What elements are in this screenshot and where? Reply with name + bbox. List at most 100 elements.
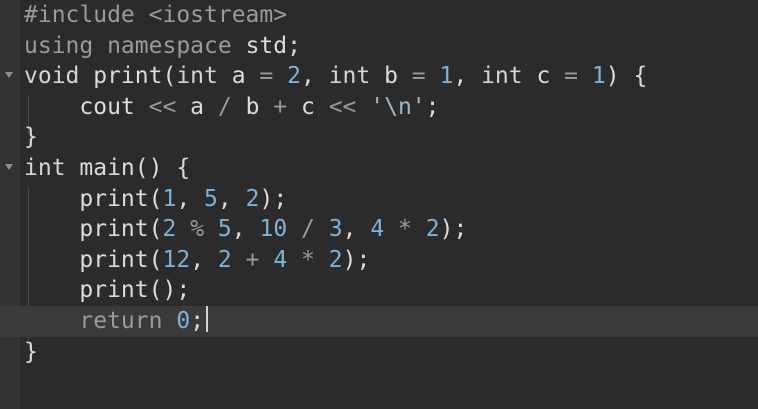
code-token: 4 [273, 246, 288, 273]
code-line[interactable]: print(); [0, 275, 758, 306]
code-token: = [564, 63, 579, 90]
code-editor[interactable]: #include <iostream> using namespace std; v… [0, 0, 758, 409]
code-token: ); [439, 216, 468, 243]
code-token: , [301, 63, 329, 90]
code-token: print(); [24, 277, 191, 304]
code-token: c [522, 63, 565, 90]
code-token: void [24, 63, 80, 90]
code-token: + [245, 246, 260, 273]
code-token: 2 [287, 63, 301, 90]
code-line[interactable]: } [0, 337, 758, 368]
code-token: * [301, 246, 315, 273]
code-token: 1 [591, 63, 606, 90]
code-line[interactable]: } [0, 122, 758, 153]
code-line[interactable]: #include <iostream> [0, 0, 758, 31]
code-token: << [148, 93, 177, 120]
code-token: b [370, 63, 412, 90]
code-token: } [24, 124, 38, 151]
code-token: 2 [217, 246, 232, 273]
code-token: 1 [162, 185, 177, 212]
code-token: b [231, 93, 274, 120]
code-line[interactable]: cout << a / b + c << '\n'; [0, 92, 758, 123]
code-token: int [481, 63, 523, 90]
code-token: << [328, 93, 357, 120]
code-token: ; [190, 307, 205, 334]
code-token: '\n' [370, 93, 426, 120]
code-line[interactable]: print(1, 5, 2); [0, 184, 758, 215]
fold-arrow-icon[interactable] [5, 72, 13, 79]
code-line[interactable]: void print(int a = 2, int b = 1, int c =… [0, 61, 758, 92]
code-token: print( [24, 246, 163, 273]
code-line[interactable]: int main() { [0, 153, 758, 184]
code-token: = [259, 63, 274, 90]
code-token: ); [259, 185, 288, 212]
fold-arrow-icon[interactable] [5, 163, 13, 170]
code-token: , [217, 185, 246, 212]
code-token: 1 [439, 63, 454, 90]
code-token: print( [79, 63, 177, 90]
code-token: int [176, 63, 218, 90]
code-token: / [301, 216, 315, 243]
code-token: 2 [425, 216, 440, 243]
code-token: 2 [245, 185, 260, 212]
code-token: a [217, 63, 260, 90]
code-token: * [398, 216, 412, 243]
code-token: a [176, 93, 218, 120]
code-token: 2 [162, 216, 177, 243]
code-token: main() { [65, 154, 191, 181]
text-cursor [206, 305, 209, 332]
code-token: } [24, 338, 38, 365]
code-token: , [231, 216, 260, 243]
code-token: , [176, 185, 205, 212]
code-token: % [190, 216, 205, 243]
code-token: ; [425, 93, 440, 120]
code-line[interactable]: using namespace std; [0, 31, 758, 62]
code-line[interactable]: print(2 % 5, 10 / 3, 4 * 2); [0, 214, 758, 245]
code-token: / [217, 93, 232, 120]
code-token: using namespace [24, 32, 246, 59]
code-token: 2 [328, 246, 343, 273]
code-token: 0 [176, 307, 191, 334]
code-token: ) { [605, 63, 648, 90]
code-token: 3 [328, 216, 343, 243]
code-token: = [411, 63, 426, 90]
code-token: 5 [217, 216, 232, 243]
code-token: c [287, 93, 329, 120]
code-token: cout [24, 93, 149, 120]
code-token: print( [24, 185, 163, 212]
code-token: , [342, 216, 371, 243]
code-token: 10 [259, 216, 288, 243]
code-token: 5 [204, 185, 218, 212]
code-area[interactable]: #include <iostream> using namespace std; v… [0, 0, 758, 409]
code-token: ); [342, 246, 371, 273]
code-token: print( [24, 216, 163, 243]
code-token: , [453, 63, 482, 90]
code-token: 12 [162, 246, 191, 273]
code-token: int [24, 154, 66, 181]
code-token: return [79, 307, 163, 334]
code-token: 4 [370, 216, 385, 243]
code-line[interactable]: return 0; [0, 305, 758, 337]
code-token: #include <iostream> [24, 2, 288, 28]
code-line[interactable]: print(12, 2 + 4 * 2); [0, 245, 758, 276]
code-token: , [190, 246, 218, 273]
code-token: std; [245, 32, 301, 59]
code-token: + [273, 93, 288, 120]
code-token: int [328, 63, 371, 90]
